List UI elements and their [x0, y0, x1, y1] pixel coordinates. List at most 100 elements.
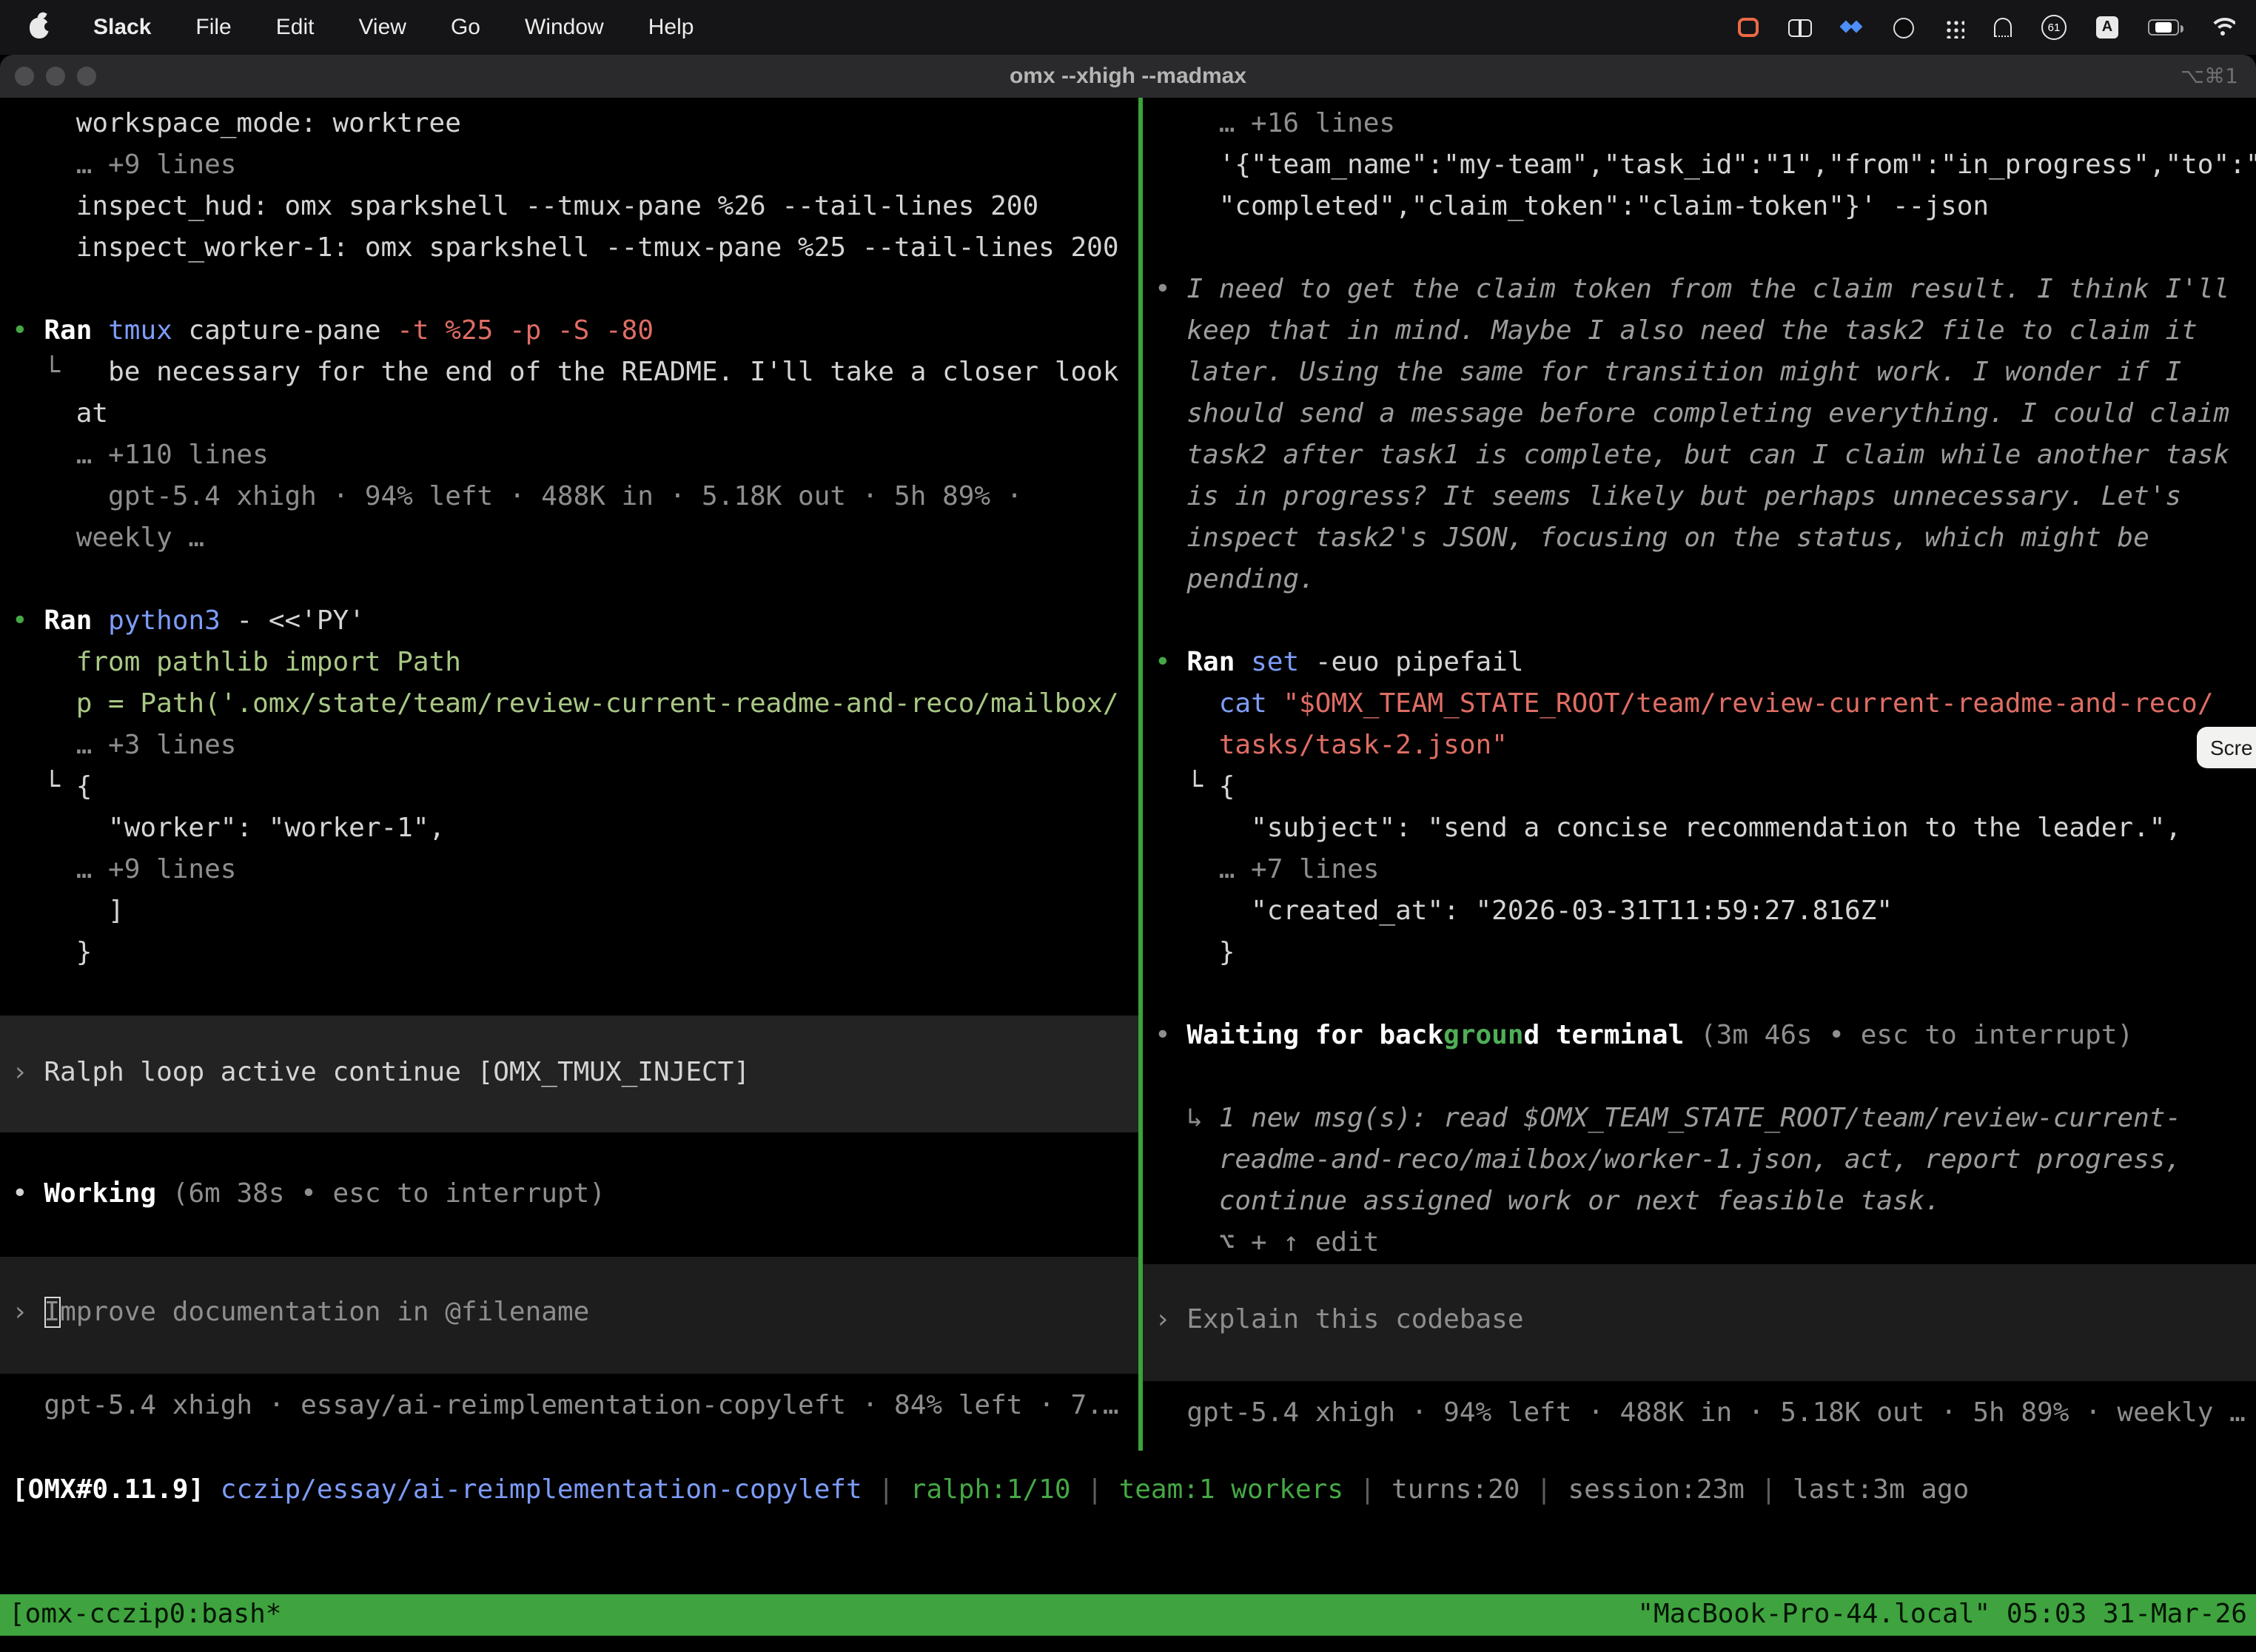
- terminal-line: [1155, 228, 2256, 269]
- terminal-line: └ be necessary for the end of the README…: [12, 352, 1138, 394]
- close-button[interactable]: [15, 67, 34, 86]
- app-circle-icon[interactable]: [1893, 17, 1914, 38]
- terminal-line: tasks/task-2.json": [1155, 725, 2256, 767]
- tmux-pane-left[interactable]: workspace_mode: worktree … +9 lines insp…: [0, 98, 1138, 1451]
- right-scrollback: … +16 lines '{"team_name":"my-team","tas…: [1155, 104, 2256, 1264]
- tmux-host-clock: "MacBook-Pro-44.local" 05:03 31-Mar-26: [1637, 1594, 2247, 1636]
- screen: Slack File Edit View Go Window Help 61 A: [0, 0, 2256, 1652]
- terminal-line: later. Using the same for transition mig…: [1155, 352, 2256, 394]
- terminal-line: should send a message before completing …: [1155, 394, 2256, 435]
- terminal-line: cat "$OMX_TEAM_STATE_ROOT/team/review-cu…: [1155, 684, 2256, 725]
- terminal-line: is in progress? It seems likely but perh…: [1155, 477, 2256, 518]
- input-source-icon[interactable]: A: [2096, 16, 2118, 38]
- terminal-line: └ {: [1155, 767, 2256, 808]
- terminal-line: … +16 lines: [1155, 104, 2256, 145]
- terminal-line: ⌥ + ↑ edit: [1155, 1223, 2256, 1264]
- terminal-window: workspace_mode: worktree … +9 lines insp…: [0, 98, 2256, 1652]
- menubar-menus: Slack File Edit View Go Window Help: [0, 15, 694, 40]
- terminal-line: [1155, 974, 2256, 1015]
- tmux-pane-right[interactable]: … +16 lines '{"team_name":"my-team","tas…: [1143, 98, 2256, 1451]
- terminal-line: "completed","claim_token":"claim-token"}…: [1155, 187, 2256, 228]
- dots-grid-icon[interactable]: [1944, 17, 1964, 38]
- hud-footer-left: gpt-5.4 xhigh · essay/ai-reimplementatio…: [12, 1386, 1138, 1427]
- terminal-line: inspect task2's JSON, focusing on the st…: [1155, 518, 2256, 560]
- menu-item-file[interactable]: File: [195, 15, 231, 40]
- terminal-line: gpt-5.4 xhigh · essay/ai-reimplementatio…: [12, 1386, 1138, 1427]
- terminal-line: at: [12, 394, 1138, 435]
- menu-item-slack[interactable]: Slack: [93, 15, 151, 40]
- terminal-line: • Ran python3 - <<'PY': [12, 601, 1138, 642]
- menubar-status-icons: 61 A: [1738, 15, 2256, 40]
- terminal-line: • Ran set -euo pipefail: [1155, 642, 2256, 684]
- menu-item-help[interactable]: Help: [648, 15, 694, 40]
- terminal-line: ]: [12, 891, 1138, 933]
- window-tiling-icon[interactable]: [1788, 19, 1812, 36]
- terminal-line: [1155, 601, 2256, 642]
- terminal-line: }: [12, 933, 1138, 974]
- menu-item-window[interactable]: Window: [525, 15, 604, 40]
- battery-percent-value: 61: [2048, 21, 2061, 34]
- battery-fill: [2155, 22, 2171, 33]
- prompt-input-left[interactable]: › Improve documentation in @filename: [0, 1257, 1138, 1374]
- window-title: omx --xhigh --madmax: [1010, 64, 1246, 89]
- zoom-button[interactable]: [77, 67, 96, 86]
- window-titlebar[interactable]: omx --xhigh --madmax ⌥⌘1: [0, 55, 2256, 98]
- window-shortcut-hint: ⌥⌘1: [2181, 64, 2238, 88]
- terminal-line: [12, 1215, 1138, 1257]
- terminal-line: }: [1155, 933, 2256, 974]
- hud-footer-right: gpt-5.4 xhigh · 94% left · 488K in · 5.1…: [1155, 1393, 2256, 1434]
- terminal-line: • I need to get the claim token from the…: [1155, 269, 2256, 311]
- menu-item-view[interactable]: View: [358, 15, 406, 40]
- terminal-line: • Working (6m 38s • esc to interrupt): [12, 1174, 1138, 1215]
- left-scrollback: workspace_mode: worktree … +9 lines insp…: [12, 104, 1138, 1015]
- terminal-line: [12, 974, 1138, 1015]
- terminal-line: pending.: [1155, 560, 2256, 601]
- terminal-line: keep that in mind. Maybe I also need the…: [1155, 311, 2256, 352]
- terminal-line: readme-and-reco/mailbox/worker-1.json, a…: [1155, 1140, 2256, 1181]
- omx-session-statusline: [OMX#0.11.9] cczip/essay/ai-reimplementa…: [12, 1470, 1969, 1511]
- battery-percentage-icon[interactable]: 61: [2041, 15, 2067, 40]
- terminal-line: weekly …: [12, 518, 1138, 560]
- desktop: Slack File Edit View Go Window Help 61 A: [0, 0, 2256, 1652]
- terminal-line: … +110 lines: [12, 435, 1138, 477]
- terminal-line: from pathlib import Path: [12, 642, 1138, 684]
- terminal-line: … +9 lines: [12, 145, 1138, 187]
- prompt-input-right[interactable]: › Explain this codebase: [1143, 1264, 2256, 1381]
- macos-menubar: Slack File Edit View Go Window Help 61 A: [0, 0, 2256, 55]
- battery-icon[interactable]: [2148, 19, 2179, 36]
- terminal-line: gpt-5.4 xhigh · 94% left · 488K in · 5.1…: [1155, 1393, 2256, 1434]
- traffic-lights: [15, 67, 96, 86]
- tmux-status-bar: [omx-cczip0:bash* "MacBook-Pro-44.local"…: [0, 1594, 2256, 1636]
- terminal-line: inspect_worker-1: omx sparkshell --tmux-…: [12, 228, 1138, 269]
- terminal-line: '{"team_name":"my-team","task_id":"1","f…: [1155, 145, 2256, 187]
- terminal-line: p = Path('.omx/state/team/review-current…: [12, 684, 1138, 725]
- apple-menu-icon[interactable]: [30, 17, 49, 38]
- minimize-button[interactable]: [46, 67, 65, 86]
- wifi-icon[interactable]: [2209, 17, 2235, 38]
- ralph-loop-banner: › Ralph loop active continue [OMX_TMUX_I…: [0, 1015, 1138, 1132]
- terminal-line: • Waiting for background terminal (3m 46…: [1155, 1015, 2256, 1057]
- terminal-line: "worker": "worker-1",: [12, 808, 1138, 850]
- dropbox-icon[interactable]: [1842, 18, 1864, 37]
- terminal-line: • Ran tmux capture-pane -t %25 -p -S -80: [12, 311, 1138, 352]
- ghost-app-icon[interactable]: [1994, 18, 2012, 37]
- terminal-line: › Explain this codebase: [1155, 1300, 2256, 1341]
- tmux-session-label: [omx-cczip0:bash*: [9, 1594, 281, 1636]
- screen-recording-icon[interactable]: [1738, 18, 1759, 37]
- screenshot-notification: Scre: [2197, 727, 2256, 768]
- terminal-line: [12, 560, 1138, 601]
- terminal-line: [12, 1132, 1138, 1174]
- terminal-line: inspect_hud: omx sparkshell --tmux-pane …: [12, 187, 1138, 228]
- terminal-line: [12, 269, 1138, 311]
- menu-item-edit[interactable]: Edit: [276, 15, 315, 40]
- terminal-line: "subject": "send a concise recommendatio…: [1155, 808, 2256, 850]
- working-status: • Working (6m 38s • esc to interrupt): [12, 1132, 1138, 1257]
- terminal-line: gpt-5.4 xhigh · 94% left · 488K in · 5.1…: [12, 477, 1138, 518]
- terminal-line: "created_at": "2026-03-31T11:59:27.816Z": [1155, 891, 2256, 933]
- terminal-line: … +3 lines: [12, 725, 1138, 767]
- terminal-line: task2 after task1 is complete, but can I…: [1155, 435, 2256, 477]
- terminal-line: › Improve documentation in @filename: [12, 1292, 1138, 1334]
- terminal-line: continue assigned work or next feasible …: [1155, 1181, 2256, 1223]
- terminal-line: › Ralph loop active continue [OMX_TMUX_I…: [12, 1052, 1138, 1094]
- menu-item-go[interactable]: Go: [451, 15, 480, 40]
